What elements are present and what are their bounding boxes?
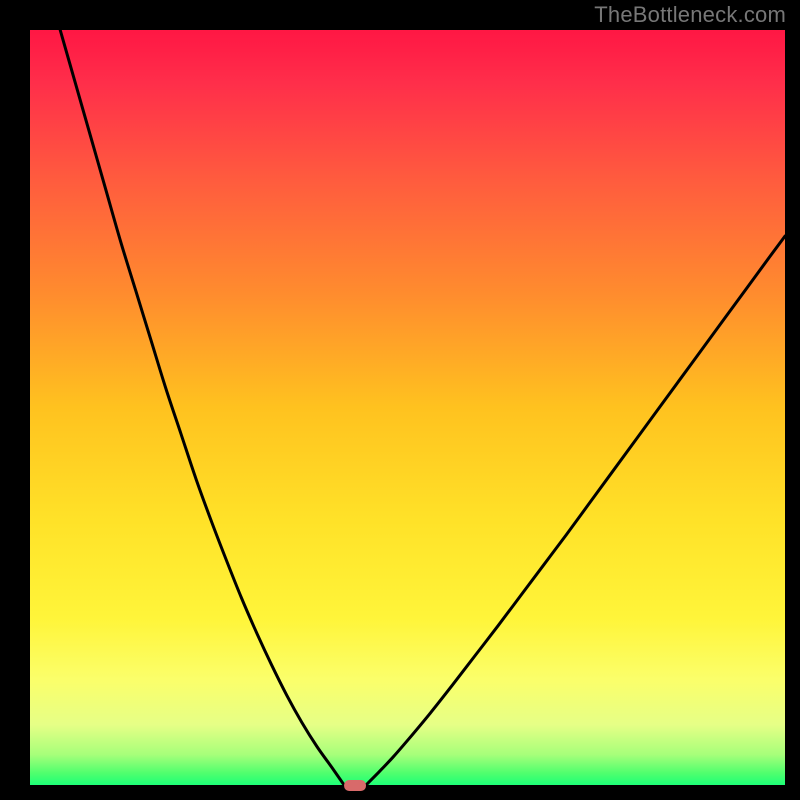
chart-svg bbox=[0, 0, 800, 800]
chart-stage: TheBottleneck.com bbox=[0, 0, 800, 800]
watermark-text: TheBottleneck.com bbox=[594, 2, 786, 28]
bottleneck-marker bbox=[344, 780, 366, 791]
plot-background bbox=[30, 30, 785, 785]
